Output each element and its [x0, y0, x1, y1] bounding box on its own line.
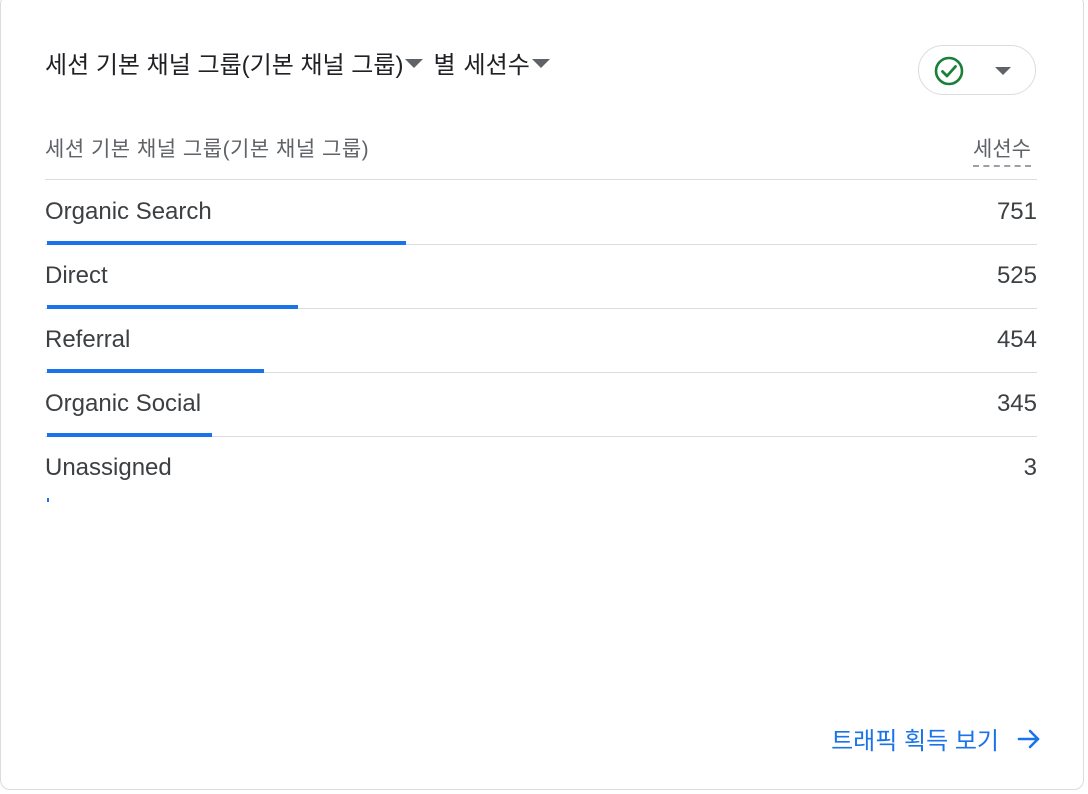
row-value: 454: [996, 326, 1037, 353]
dimension-column-header: 세션 기본 채널 그룹(기본 채널 그룹): [45, 138, 370, 161]
channel-table: Organic Search 751 Direct 525 Referral 4…: [45, 181, 1037, 502]
table-row[interactable]: Organic Social 345: [45, 373, 1037, 437]
row-label: Unassigned: [45, 454, 172, 481]
dimension-selector[interactable]: 세션 기본 채널 그룹(기본 채널 그룹): [45, 45, 427, 80]
share-bar: [47, 498, 49, 502]
arrow-right-icon: [1017, 729, 1040, 748]
metric-column-header[interactable]: 세션수: [973, 133, 1031, 167]
chevron-down-icon: [995, 67, 1011, 75]
table-row[interactable]: Unassigned 3: [45, 437, 1037, 502]
header-divider: [45, 179, 1037, 180]
view-traffic-acquisition-link[interactable]: 트래픽 획득 보기: [831, 721, 1043, 756]
row-value: 751: [996, 198, 1037, 225]
row-label: Organic Search: [45, 198, 212, 225]
status-dropdown[interactable]: [918, 45, 1036, 95]
row-label: Referral: [45, 326, 131, 353]
table-row[interactable]: Referral 454: [45, 309, 1037, 373]
table-row[interactable]: Direct 525: [45, 245, 1037, 309]
card-title: 세션 기본 채널 그룹(기본 채널 그룹) 별 세션수: [45, 45, 554, 80]
title-connector: 별: [433, 52, 456, 79]
caret-down-icon: [405, 59, 424, 68]
row-label: Organic Social: [45, 390, 202, 417]
caret-down-icon: [531, 59, 550, 68]
row-label: Direct: [45, 262, 108, 289]
row-value: 525: [996, 262, 1037, 289]
dimension-selector-label: 세션 기본 채널 그룹(기본 채널 그룹): [45, 52, 404, 79]
metric-selector[interactable]: 세션수: [464, 45, 554, 80]
row-value: 3: [1023, 454, 1037, 481]
footer-link-label: 트래픽 획득 보기: [831, 728, 999, 755]
table-row[interactable]: Organic Search 751: [45, 181, 1037, 245]
check-circle-icon: [934, 56, 964, 86]
session-channel-card: 세션 기본 채널 그룹(기본 채널 그룹) 별 세션수 세션 기본 채널 그룹(…: [0, 0, 1084, 790]
metric-selector-label: 세션수: [463, 52, 530, 79]
row-value: 345: [996, 390, 1037, 417]
